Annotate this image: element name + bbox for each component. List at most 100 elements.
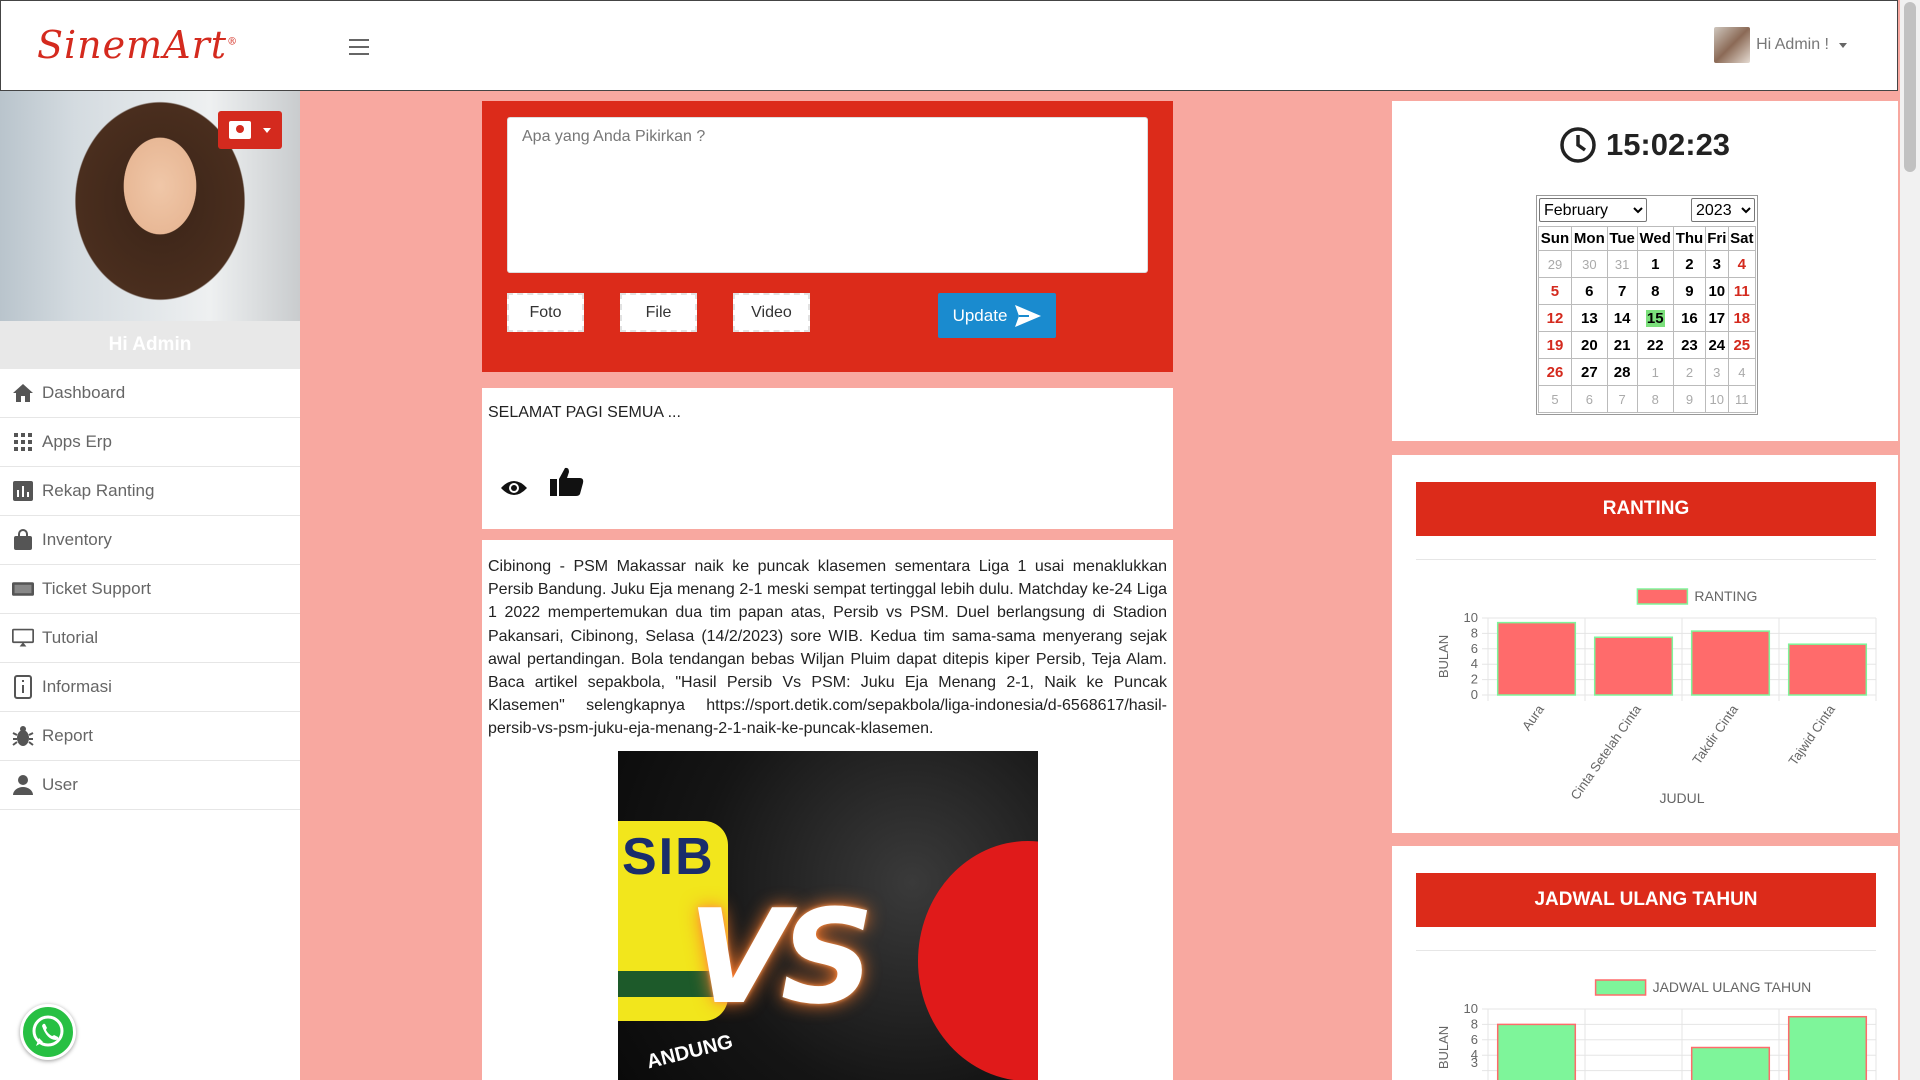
calendar-day-outside[interactable]: 31 — [1606, 250, 1638, 278]
calendar-day-outside[interactable]: 1 — [1636, 358, 1674, 386]
menu-toggle-icon[interactable] — [349, 39, 369, 60]
profile-menu-button[interactable] — [218, 111, 282, 149]
calendar-day[interactable]: 3 — [1704, 250, 1729, 278]
calendar-day-outside[interactable]: 5 — [1538, 385, 1572, 413]
calendar-day[interactable]: 11 — [1727, 277, 1757, 305]
calendar-day-outside[interactable]: 3 — [1704, 358, 1729, 386]
ranting-chart-card: RANTING RANTING 0 2 4 6 8 10 BULAN Aura Cinta Set… — [1392, 455, 1898, 833]
news-article-post: Cibinong - PSM Makassar naik ke puncak k… — [482, 540, 1173, 1080]
sidebar-item-label: Inventory — [42, 530, 112, 549]
calendar-day-outside[interactable]: 10 — [1704, 385, 1729, 413]
sidebar: Hi Admin Dashboard Apps Erp Rekap Rantin… — [0, 91, 300, 1080]
calendar-day-outside[interactable]: 8 — [1636, 385, 1674, 413]
foto-button[interactable]: Foto — [507, 293, 584, 332]
calendar-day[interactable]: 7 — [1606, 277, 1638, 305]
calendar-day-outside[interactable]: 2 — [1672, 358, 1706, 386]
calendar-day[interactable]: 13 — [1570, 304, 1608, 332]
send-icon — [1015, 304, 1042, 327]
article-text: Cibinong - PSM Makassar naik ke puncak k… — [488, 558, 1167, 738]
calendar-day-outside[interactable]: 4 — [1727, 358, 1757, 386]
sidebar-item-label: Tutorial — [42, 628, 99, 647]
calendar-day[interactable]: 22 — [1636, 331, 1674, 359]
bandung-text: ANDUNG — [644, 1030, 736, 1074]
y-axis-label: BULAN — [1436, 1026, 1451, 1069]
weekday-header: Tue — [1606, 226, 1638, 251]
sidebar-item-dashboard[interactable]: Dashboard — [0, 369, 300, 418]
calendar-day[interactable]: 9 — [1672, 277, 1706, 305]
weekday-header: Mon — [1570, 226, 1608, 251]
calendar-day[interactable]: 2 — [1672, 250, 1706, 278]
scrollbar-thumb[interactable] — [1904, 2, 1916, 172]
vertical-scrollbar[interactable] — [1900, 0, 1920, 1080]
x-tick-label: Tajwid Cinta — [1785, 701, 1838, 768]
sidebar-item-label: User — [42, 775, 78, 794]
weekday-header: Thu — [1672, 226, 1706, 251]
calendar-day[interactable]: 25 — [1727, 331, 1757, 359]
clock-calendar-card: 15:02:23 February 2023 Sun Mon Tue Wed Thu Fr… — [1392, 101, 1898, 441]
calendar-day[interactable]: 5 — [1538, 277, 1572, 305]
sidebar-item-report[interactable]: Report — [0, 712, 300, 761]
calendar-day[interactable]: 17 — [1704, 304, 1729, 332]
y-tick-label: 8 — [1471, 1016, 1478, 1031]
persib-vs-psm-image[interactable]: SIB VS ANDUNG — [618, 751, 1038, 1080]
whatsapp-button[interactable] — [20, 1004, 76, 1060]
calendar-day[interactable]: 23 — [1672, 331, 1706, 359]
sidebar-item-informasi[interactable]: Informasi — [0, 663, 300, 712]
calendar-day[interactable]: 15 — [1636, 304, 1674, 332]
calendar-day[interactable]: 14 — [1606, 304, 1638, 332]
sidebar-item-tutorial[interactable]: Tutorial — [0, 614, 300, 663]
calendar-day[interactable]: 26 — [1538, 358, 1572, 386]
calendar-day[interactable]: 21 — [1606, 331, 1638, 359]
calendar-day-outside[interactable]: 29 — [1538, 250, 1572, 278]
calendar-day[interactable]: 18 — [1727, 304, 1757, 332]
video-button[interactable]: Video — [733, 293, 810, 332]
y-tick-label: 4 — [1471, 1047, 1478, 1062]
calendar-day[interactable]: 4 — [1727, 250, 1757, 278]
sidebar-item-inventory[interactable]: Inventory — [0, 516, 300, 565]
legend-label: RANTING — [1694, 588, 1757, 604]
birthday-chart-card: JADWAL ULANG TAHUN JADWAL ULANG TAHUN 3 4 6… — [1392, 846, 1898, 1080]
post-input[interactable] — [507, 117, 1148, 273]
calendar-grid: Sun Mon Tue Wed Thu Fri Sat 29 30 31 1 2 3 4 5 6 7 8 9 10 1… — [1538, 226, 1757, 413]
calendar-day[interactable]: 6 — [1570, 277, 1608, 305]
calendar-day-outside[interactable]: 7 — [1606, 385, 1638, 413]
post-text: SELAMAT PAGI SEMUA ... — [488, 404, 681, 421]
update-button[interactable]: Update — [938, 293, 1056, 338]
eye-icon[interactable] — [500, 478, 528, 498]
calendar-day[interactable]: 27 — [1570, 358, 1608, 386]
user-icon — [12, 774, 34, 796]
month-select[interactable]: February — [1539, 198, 1647, 222]
sidebar-item-user[interactable]: User — [0, 761, 300, 810]
year-select[interactable]: 2023 — [1691, 198, 1755, 222]
file-button[interactable]: File — [620, 293, 697, 332]
calendar-day[interactable]: 16 — [1672, 304, 1706, 332]
sidebar-item-rekap-ranting[interactable]: Rekap Ranting — [0, 467, 300, 516]
x-tick-label: Cinta Setelah Cinta — [1567, 701, 1644, 802]
calendar-day-outside[interactable]: 9 — [1672, 385, 1706, 413]
x-axis-label: JUDUL — [1659, 790, 1704, 806]
weekday-header: Sun — [1538, 226, 1572, 251]
calendar-day[interactable]: 10 — [1704, 277, 1729, 305]
y-tick-label: 0 — [1471, 687, 1478, 702]
calendar-day[interactable]: 28 — [1606, 358, 1638, 386]
calendar-day[interactable]: 12 — [1538, 304, 1572, 332]
calendar-day[interactable]: 19 — [1538, 331, 1572, 359]
calendar-day[interactable]: 1 — [1636, 250, 1674, 278]
y-tick-label: 6 — [1471, 641, 1478, 656]
sidebar-item-label: Apps Erp — [42, 432, 112, 451]
calendar-day-outside[interactable]: 30 — [1570, 250, 1608, 278]
user-dropdown[interactable]: Hi Admin ! — [1714, 27, 1847, 63]
sinemart-logo[interactable]: SinemArt® — [37, 23, 238, 67]
calendar-day[interactable]: 20 — [1570, 331, 1608, 359]
calendar-day-outside[interactable]: 11 — [1727, 385, 1757, 413]
calendar-day[interactable]: 8 — [1636, 277, 1674, 305]
calendar-day[interactable]: 24 — [1704, 331, 1729, 359]
calendar-day-outside[interactable]: 6 — [1570, 385, 1608, 413]
profile-photo — [0, 91, 300, 321]
thumbs-up-icon[interactable] — [550, 466, 584, 498]
sidebar-item-apps-erp[interactable]: Apps Erp — [0, 418, 300, 467]
y-tick-label: 4 — [1471, 656, 1478, 671]
clock: 15:02:23 — [1392, 127, 1898, 163]
sidebar-item-ticket-support[interactable]: Ticket Support — [0, 565, 300, 614]
chevron-down-icon — [263, 127, 271, 133]
